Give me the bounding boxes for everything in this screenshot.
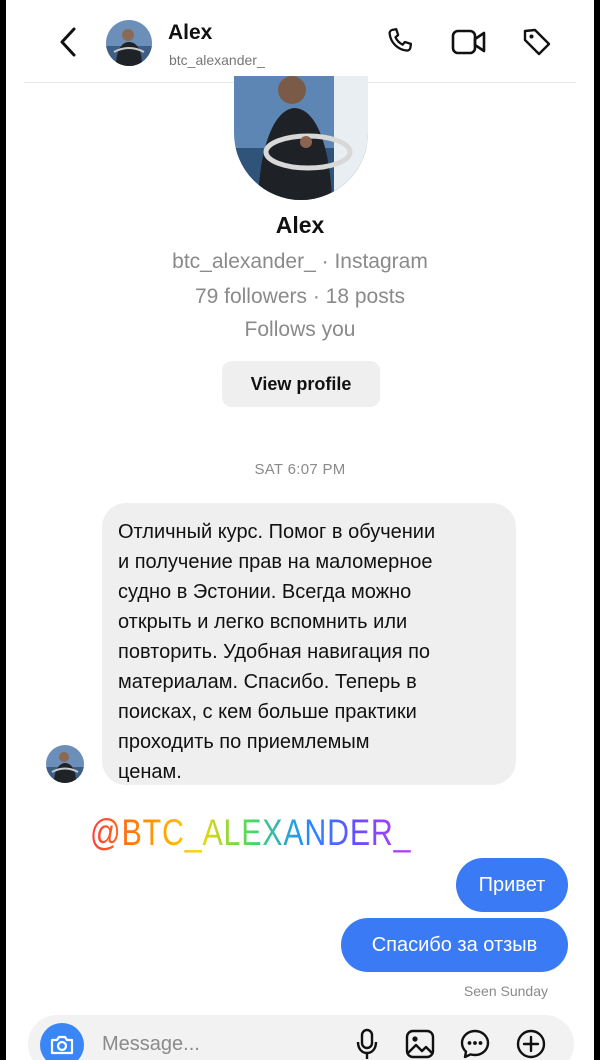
message-line: проходить по приемлемым [118,731,370,753]
sticker-chat-icon [460,1029,490,1059]
video-camera-icon [451,29,486,55]
profile-photo[interactable] [234,76,368,200]
tag-icon [523,28,551,56]
mention-sticker[interactable]: @BTC_ALEXANDER_ [90,812,411,854]
sender-avatar[interactable] [46,745,84,783]
message-line: повторить. Удобная навигация по [118,641,431,663]
chevron-left-icon [60,27,76,57]
incoming-message-bubble[interactable]: Отличный курс. Помог в обучении и получе… [102,503,516,785]
message-line: открыть и легко вспомнить или [118,611,408,633]
video-call-button[interactable] [451,24,487,60]
message-line: судно в Эстонии. Всегда можно [118,581,412,603]
camera-button[interactable] [40,1023,84,1060]
header-name[interactable]: Alex [168,21,212,45]
more-options-button[interactable] [514,1027,548,1060]
message-line: и получение прав на маломерное [118,551,433,573]
seen-status: Seen Sunday [463,983,548,999]
message-timestamp: SAT 6:07 PM [254,461,346,478]
outgoing-message-bubble[interactable]: Привет [456,858,568,912]
profile-handle-line: btc_alexander_ · Instagram [172,250,428,273]
header-avatar[interactable] [106,20,152,66]
message-composer [28,1015,574,1060]
view-profile-button[interactable]: View profile [222,361,380,407]
outgoing-message-text: Спасибо за отзыв [371,933,538,956]
profile-name: Alex [275,212,325,238]
voice-message-button[interactable] [350,1027,384,1060]
outgoing-message-bubble[interactable]: Спасибо за отзыв [341,918,568,972]
message-line: материалам. Спасибо. Теперь в [118,671,417,693]
message-line: поисках, с кем больше практики [118,701,417,723]
header-username[interactable]: btc_alexander_ [169,52,265,68]
gallery-button[interactable] [403,1027,437,1060]
dm-thread-screen: Alex btc_alexander_ Alex btc_alexander_ … [6,0,594,1060]
back-button[interactable] [50,22,86,62]
microphone-icon [356,1028,378,1059]
outgoing-message-text: Привет [478,873,546,896]
profile-stats-line: 79 followers · 18 posts [194,285,406,308]
mention-sticker-text: @BTC_ALEXANDER_ [90,812,412,853]
plus-circle-icon [516,1029,546,1059]
chat-header: Alex btc_alexander_ [6,0,594,84]
phone-icon [388,28,413,52]
message-line: ценам. [118,761,182,783]
follows-you-label: Follows you [244,318,356,341]
sticker-button[interactable] [458,1027,492,1060]
label-button[interactable] [519,24,555,60]
message-input[interactable] [102,1029,342,1059]
voice-call-button[interactable] [382,24,418,60]
gallery-icon [405,1029,435,1059]
camera-icon [50,1035,74,1055]
message-line: Отличный курс. Помог в обучении [118,521,436,543]
